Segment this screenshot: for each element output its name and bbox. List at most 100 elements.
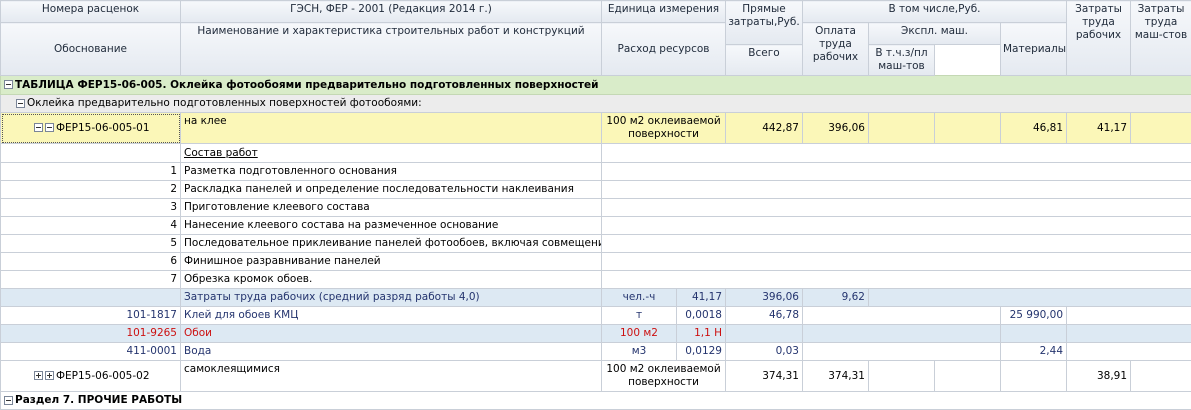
resource-name: Обои [181,325,602,343]
work-composition-title: Состав работ [181,144,602,163]
col-header-materials[interactable]: Материалы [1001,23,1067,76]
resource-name: Вода [181,343,602,361]
section-row[interactable]: Раздел 7. ПРОЧИЕ РАБОТЫ [1,392,1191,410]
table-group-row[interactable]: ТАБЛИЦА ФЕР15-06-005. Оклейка фотообоями… [1,76,1191,95]
step-number: 1 [1,163,181,181]
rates-grid: Номера расценок ГЭСН, ФЕР - 2001 (Редакц… [0,0,1191,410]
blank-cell [602,199,1191,217]
resource-unit: 100 м2 [602,325,677,343]
resource-row[interactable]: 101-9265 Обои 100 м2 1,1 Н [1,325,1191,343]
resource-qty: 0,0018 [677,307,726,325]
expand-icon[interactable] [45,371,54,380]
resource-qty: 0,0129 [677,343,726,361]
rate-labor-machinists [1131,113,1191,144]
labor-direct: 396,06 [726,289,803,307]
rate-code: ФЕР15-06-005-02 [56,370,150,382]
rate-labor: 38,91 [1067,361,1131,392]
rate-code-cell[interactable]: ФЕР15-06-005-01 [1,113,181,144]
col-header-including[interactable]: В том числе,Руб. [803,1,1067,23]
rate-name: на клее [181,113,602,144]
work-step-row: 2 Раскладка панелей и определение послед… [1,181,1191,199]
work-step-row: 1 Разметка подготовленного основания [1,163,1191,181]
blank-cell [1067,325,1191,343]
step-text: Раскладка панелей и определение последов… [181,181,602,199]
blank-cell [935,361,1001,392]
col-header-direct-costs[interactable]: Прямые затраты,Руб. [726,1,803,45]
rate-pay: 374,31 [803,361,869,392]
blank-cell [803,325,1001,343]
collapse-icon[interactable] [4,396,13,405]
rate-labor: 41,17 [1067,113,1131,144]
resource-materials: 2,44 [1001,343,1067,361]
labor-pay: 9,62 [803,289,869,307]
blank-cell [1131,361,1191,392]
col-header-machine-ops[interactable]: Экспл. маш. [869,23,1001,45]
rate-machine-total [869,113,935,144]
resource-materials [1001,325,1067,343]
blank-cell [602,217,1191,235]
col-header-name-desc[interactable]: Наименование и характеристика строительн… [181,23,602,76]
col-header-basis[interactable]: Обоснование [1,23,181,76]
labor-cost-row[interactable]: Затраты труда рабочих (средний разряд ра… [1,289,1191,307]
blank-cell [602,253,1191,271]
rate-name: самоклеящимися [181,361,602,392]
resource-row[interactable]: 411-0001 Вода м3 0,0129 0,03 2,44 [1,343,1191,361]
blank-cell [1067,307,1191,325]
labor-qty: 41,17 [677,289,726,307]
resource-unit: т [602,307,677,325]
col-header-gesn-title[interactable]: ГЭСН, ФЕР - 2001 (Редакция 2014 г.) [181,1,602,23]
col-header-resource-use[interactable]: Расход ресурсов [602,23,726,76]
resource-direct: 0,03 [726,343,803,361]
blank-cell [869,289,1191,307]
blank-cell [803,343,1001,361]
col-header-labor-workers[interactable]: Затраты труда рабочих [1067,1,1131,76]
step-text: Нанесение клеевого состава на размеченно… [181,217,602,235]
collapse-icon[interactable] [16,99,25,108]
blank-cell [602,271,1191,289]
col-header-total[interactable]: Всего [726,45,803,76]
step-number: 6 [1,253,181,271]
work-step-row: 6 Финишное разравнивание панелей [1,253,1191,271]
col-header-rate-numbers[interactable]: Номера расценок [1,1,181,23]
subgroup-row[interactable]: Оклейка предварительно подготовленных по… [1,95,1191,113]
work-step-row: 4 Нанесение клеевого состава на размечен… [1,217,1191,235]
blank-cell [1067,343,1191,361]
col-header-labor-machinists[interactable]: Затраты труда маш-стов [1131,1,1191,76]
resource-qty: 1,1 Н [677,325,726,343]
step-text: Последовательное приклеивание панелей фо… [181,235,602,253]
work-step-row: 3 Приготовление клеевого состава [1,199,1191,217]
blank-cell [602,163,1191,181]
step-text: Обрезка кромок обоев. [181,271,602,289]
collapse-icon[interactable] [4,80,13,89]
section-label: Раздел 7. ПРОЧИЕ РАБОТЫ [15,394,182,406]
col-header-incl-machinist[interactable]: В т.ч.з/пл маш-тов [869,45,935,76]
rate-unit: 100 м2 оклеиваемой поверхности [602,113,726,144]
resource-materials: 25 990,00 [1001,307,1067,325]
collapse-icon[interactable] [45,123,54,132]
resource-row[interactable]: 101-1817 Клей для обоев КМЦ т 0,0018 46,… [1,307,1191,325]
blank-cell [1001,361,1067,392]
blank-cell [1,289,181,307]
expand-icon[interactable] [34,371,43,380]
rate-code-cell[interactable]: ФЕР15-06-005-02 [1,361,181,392]
step-text: Разметка подготовленного основания [181,163,602,181]
col-header-worker-pay[interactable]: Оплата труда рабочих [803,23,869,76]
rate-unit: 100 м2 оклеиваемой поверхности [602,361,726,392]
resource-direct [726,325,803,343]
rate-code: ФЕР15-06-005-01 [56,122,150,134]
resource-code: 101-1817 [1,307,181,325]
table-group-label: ТАБЛИЦА ФЕР15-06-005. Оклейка фотообоями… [15,79,598,91]
collapse-icon[interactable] [34,123,43,132]
rate-row-selected[interactable]: ФЕР15-06-005-01 на клее 100 м2 оклеиваем… [1,113,1191,144]
rate-machinist-pay [935,113,1001,144]
col-header-unit[interactable]: Единица измерения [602,1,726,23]
step-number: 5 [1,235,181,253]
blank-cell [602,181,1191,199]
labor-name: Затраты труда рабочих (средний разряд ра… [181,289,602,307]
work-step-row: 7 Обрезка кромок обоев. [1,271,1191,289]
rate-row[interactable]: ФЕР15-06-005-02 самоклеящимися 100 м2 ок… [1,361,1191,392]
rate-direct: 374,31 [726,361,803,392]
resource-name: Клей для обоев КМЦ [181,307,602,325]
rate-direct: 442,87 [726,113,803,144]
resource-code: 411-0001 [1,343,181,361]
